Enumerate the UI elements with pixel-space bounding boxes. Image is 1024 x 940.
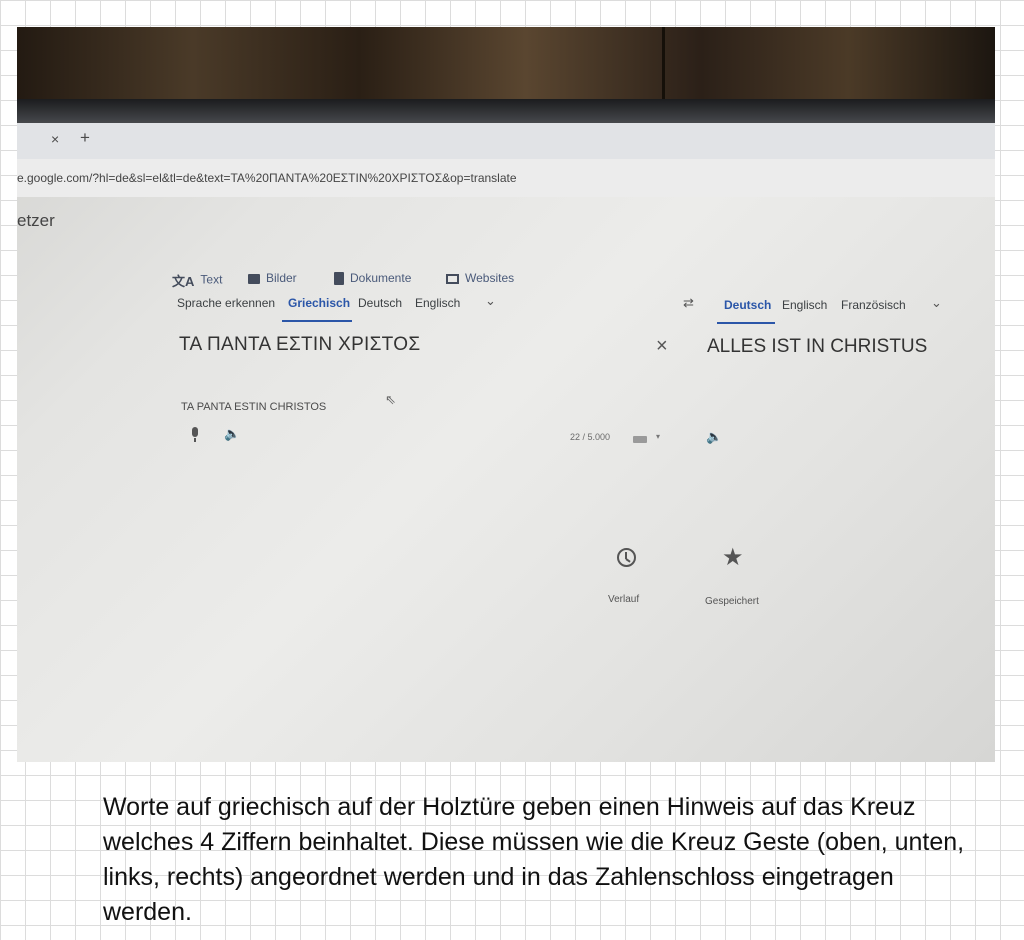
- history-icon[interactable]: [617, 548, 636, 567]
- tab-documents-label: Dokumente: [350, 271, 412, 285]
- star-icon[interactable]: ★: [722, 543, 744, 572]
- tab-text[interactable]: 文A Text: [172, 271, 222, 290]
- tab-images-label: Bilder: [266, 271, 297, 285]
- source-speaker-icon[interactable]: 🔈: [224, 426, 240, 442]
- note-caption: Worte auf griechisch auf der Holztüre ge…: [103, 793, 965, 926]
- image-icon: [248, 273, 260, 284]
- source-lang-english[interactable]: Englisch: [415, 296, 460, 310]
- site-title: etzer: [17, 211, 55, 230]
- wooden-door-background: [17, 27, 995, 99]
- target-lang-french[interactable]: Französisch: [841, 298, 906, 312]
- new-tab-icon[interactable]: +: [80, 128, 90, 148]
- transliteration: TA PANTA ESTIN CHRISTOS: [181, 401, 327, 413]
- close-tab-icon[interactable]: ×: [51, 131, 59, 147]
- source-lang-greek[interactable]: Griechisch: [288, 296, 350, 310]
- keyboard-icon[interactable]: [633, 436, 647, 443]
- clear-text-icon[interactable]: ×: [656, 335, 668, 358]
- keyboard-caret-icon[interactable]: ▾: [656, 432, 660, 441]
- browser-tab-bar: × +: [17, 123, 995, 159]
- door-gap: [662, 27, 665, 99]
- saved-label[interactable]: Gespeichert: [705, 596, 759, 607]
- source-text-input[interactable]: ΤΑ ΠΑΝΤΑ ΕΣΤΙΝ ΧΡΙΣΤΟΣ: [179, 334, 420, 356]
- tab-text-label: Text: [200, 272, 223, 287]
- tab-images[interactable]: Bilder: [248, 271, 297, 285]
- document-icon: [334, 272, 344, 286]
- target-lang-german[interactable]: Deutsch: [724, 298, 771, 312]
- swap-languages-icon[interactable]: ⇄: [683, 295, 694, 311]
- translated-text: ALLES IST IN CHRISTUS: [707, 336, 928, 357]
- microphone-icon[interactable]: [190, 427, 200, 443]
- target-lang-underline: [717, 322, 775, 324]
- tab-websites[interactable]: Websites: [446, 271, 514, 285]
- history-label[interactable]: Verlauf: [608, 594, 639, 605]
- source-lang-more-icon[interactable]: ⌄: [485, 293, 496, 309]
- char-counter: 22 / 5.000: [570, 432, 611, 442]
- source-lang-detect[interactable]: Sprache erkennen: [177, 296, 275, 310]
- mouse-cursor-icon: ⇖: [385, 392, 396, 407]
- target-lang-english[interactable]: Englisch: [782, 298, 827, 312]
- screen-photo: × + e.google.com/?hl=de&sl=el&tl=de&text…: [17, 27, 995, 762]
- source-lang-underline: [282, 320, 352, 322]
- source-lang-german[interactable]: Deutsch: [358, 296, 402, 310]
- monitor-bezel: [17, 99, 995, 125]
- translate-icon: 文A: [172, 274, 195, 289]
- url-text[interactable]: e.google.com/?hl=de&sl=el&tl=de&text=TA%…: [17, 171, 517, 185]
- address-bar[interactable]: e.google.com/?hl=de&sl=el&tl=de&text=TA%…: [17, 159, 995, 197]
- tab-documents[interactable]: Dokumente: [334, 271, 412, 286]
- tab-websites-label: Websites: [465, 271, 515, 285]
- website-icon: [446, 273, 459, 284]
- target-speaker-icon[interactable]: 🔈: [706, 429, 722, 445]
- target-lang-more-icon[interactable]: ⌄: [931, 295, 942, 311]
